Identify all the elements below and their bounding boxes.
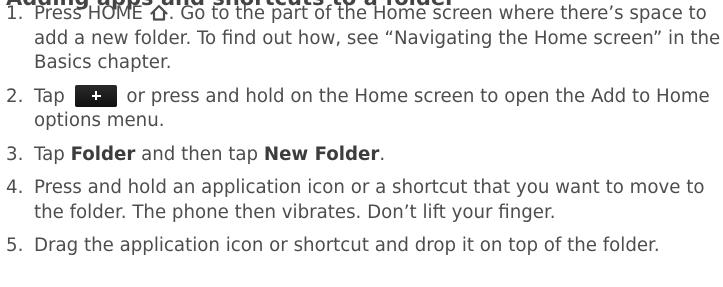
step-text: Tap [34, 85, 65, 107]
step-number: 5. [6, 235, 24, 256]
step-text: . [379, 143, 386, 165]
step-text: or press and hold on the Home screen to … [34, 85, 710, 132]
step-text: and then tap [135, 143, 264, 165]
step-text: Tap [34, 143, 71, 165]
step-5: 5. Drag the application icon or shortcut… [0, 234, 723, 259]
step-text: Press HOME [34, 3, 143, 24]
step-3: 3. Tap Folder and then tap New Folder. [0, 143, 723, 168]
add-icon [74, 84, 117, 107]
step-text: Press and hold an application icon or a … [34, 177, 705, 223]
step-4: 4. Press and hold an application icon or… [0, 176, 723, 225]
step-number: 3. [6, 143, 24, 165]
instruction-list: 1. Press HOME . Go to the part of the Ho… [0, 2, 723, 268]
folder-term: Folder [70, 143, 136, 165]
step-1: 1. Press HOME . Go to the part of the Ho… [0, 2, 723, 76]
step-text: Drag the application icon or shortcut an… [34, 235, 660, 256]
step-number: 1. [6, 3, 24, 24]
step-number: 4. [6, 177, 24, 198]
step-number: 2. [6, 85, 24, 107]
home-icon [150, 4, 168, 21]
step-2: 2. Tap or press and hold on the Home scr… [0, 84, 723, 134]
new-folder-term: New Folder [263, 143, 380, 165]
